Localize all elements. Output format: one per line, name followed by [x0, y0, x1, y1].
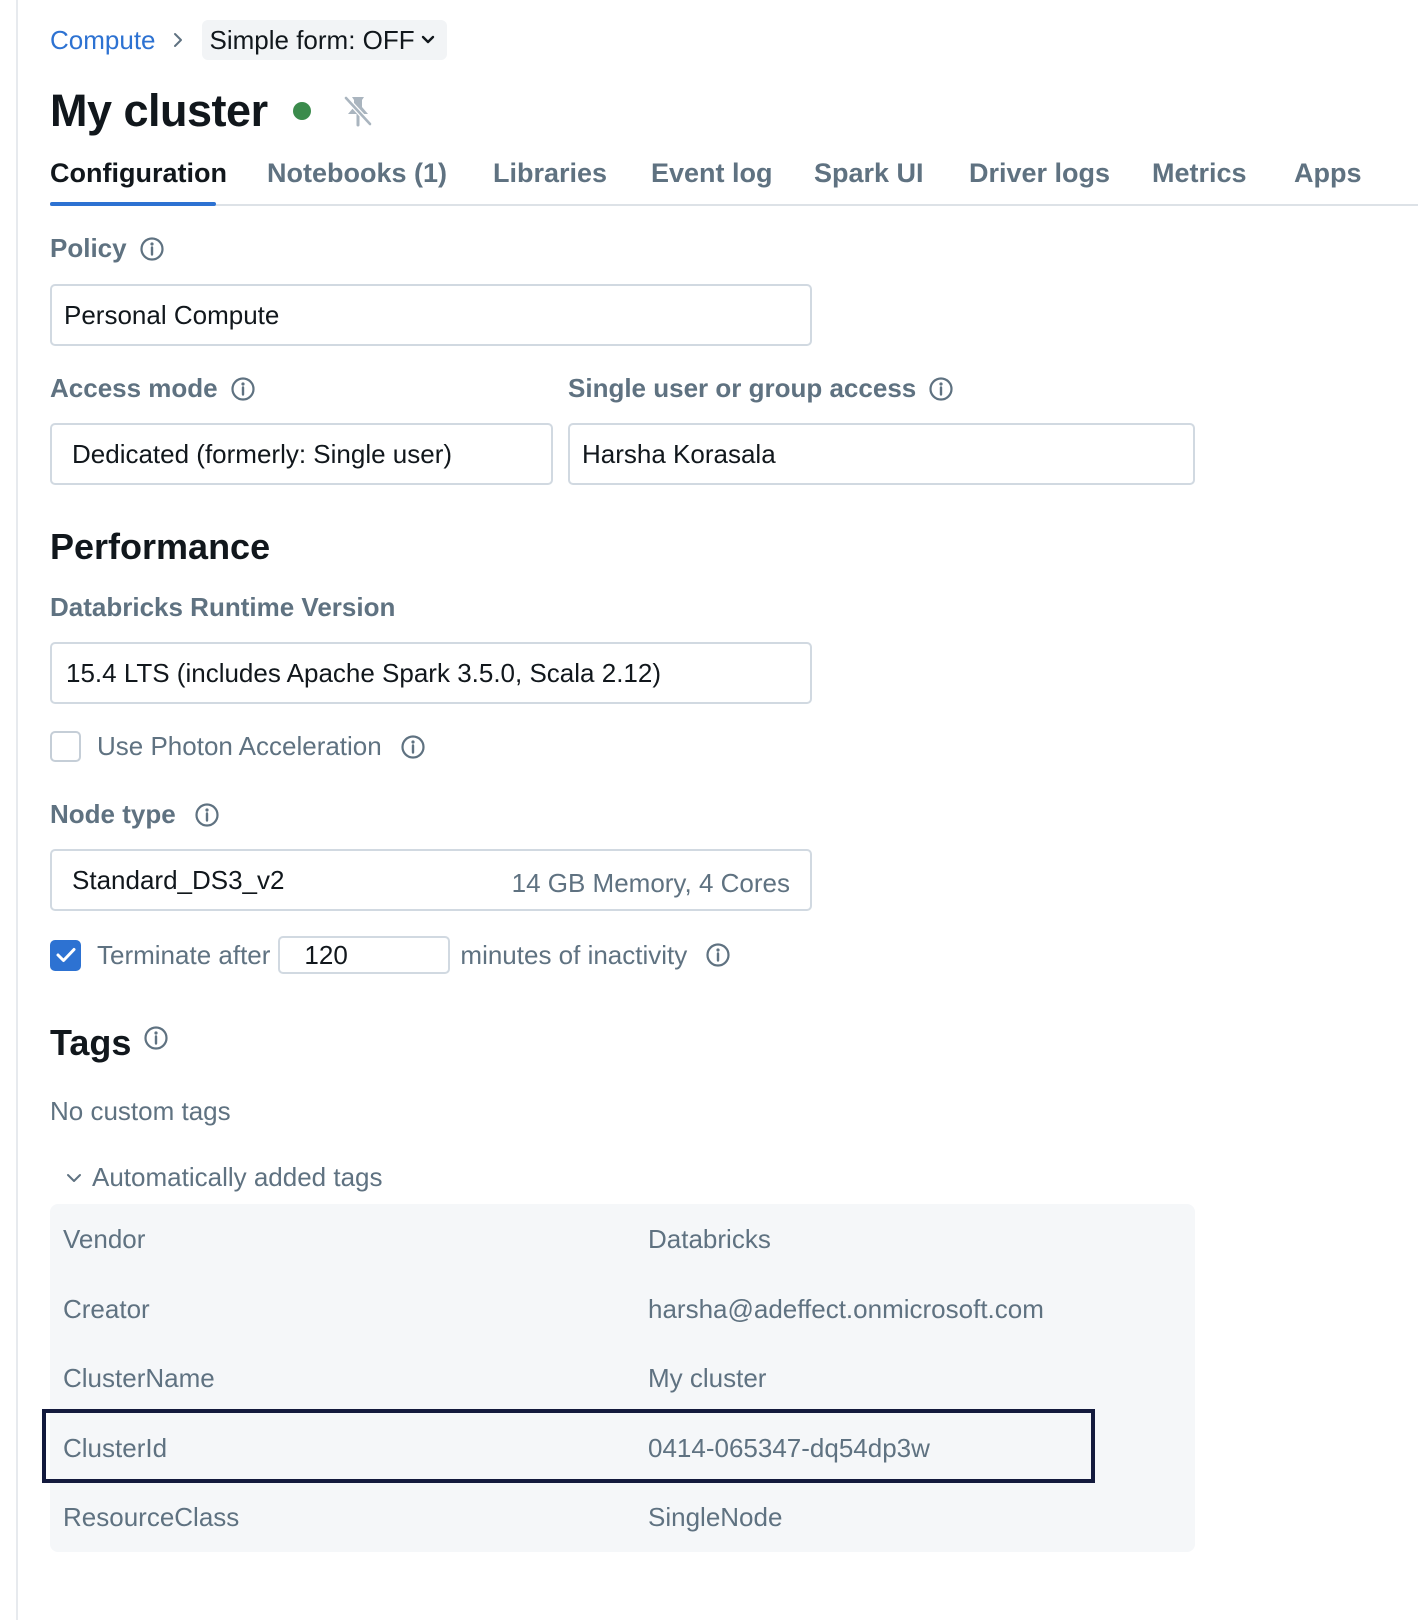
tags-heading: Tags — [50, 1022, 169, 1064]
tag-value: SingleNode — [648, 1502, 783, 1532]
photon-row: Use Photon Acceleration — [50, 731, 426, 762]
tag-key: ClusterId — [63, 1433, 168, 1463]
table-row: Creator harsha@adeffect.onmicrosoft.com — [50, 1274, 1195, 1344]
photon-checkbox[interactable] — [50, 731, 81, 762]
tag-value: harsha@adeffect.onmicrosoft.com — [648, 1294, 1044, 1324]
terminate-minutes-input[interactable] — [278, 936, 451, 974]
info-icon[interactable] — [928, 376, 954, 402]
access-mode-select[interactable]: Dedicated (formerly: Single user) — [50, 423, 553, 485]
single-user-label-text: Single user or group access — [568, 373, 917, 403]
active-tab-indicator — [50, 202, 216, 206]
node-type-label: Node type — [50, 799, 220, 830]
tag-key: Creator — [63, 1294, 150, 1324]
info-icon[interactable] — [139, 236, 165, 262]
table-row: ClusterName My cluster — [50, 1343, 1195, 1413]
page-title: My cluster — [50, 85, 268, 136]
automatically-added-tags-label: Automatically added tags — [92, 1162, 383, 1192]
tab-driver-logs[interactable]: Driver logs — [969, 158, 1110, 189]
tag-key: ResourceClass — [63, 1502, 240, 1532]
runtime-select[interactable]: 15.4 LTS (includes Apache Spark 3.5.0, S… — [50, 642, 812, 704]
runtime-label-text: Databricks Runtime Version — [50, 592, 396, 622]
policy-label-text: Policy — [50, 233, 127, 263]
tab-event-log[interactable]: Event log — [651, 158, 773, 189]
chevron-down-icon — [66, 1172, 82, 1184]
tab-apps[interactable]: Apps — [1294, 158, 1362, 189]
single-user-label: Single user or group access — [568, 373, 954, 404]
policy-value: Personal Compute — [64, 299, 280, 330]
tab-spark-ui[interactable]: Spark UI — [814, 158, 924, 189]
tag-key: Vendor — [63, 1224, 146, 1254]
tag-value: My cluster — [648, 1363, 767, 1393]
node-type-label-text: Node type — [50, 799, 176, 829]
title-row: My cluster — [50, 84, 373, 138]
chevron-down-icon — [421, 35, 435, 45]
table-row: ResourceClass SingleNode — [50, 1482, 1195, 1552]
info-icon[interactable] — [194, 802, 220, 828]
breadcrumb-compute-link[interactable]: Compute — [50, 25, 156, 56]
status-indicator — [292, 102, 311, 120]
breadcrumb: Compute Simple form: OFF — [50, 20, 447, 60]
photon-label: Use Photon Acceleration — [97, 731, 382, 761]
info-icon[interactable] — [705, 942, 731, 968]
tab-configuration[interactable]: Configuration — [50, 158, 227, 189]
simple-form-label: Simple form: OFF — [209, 24, 415, 55]
no-custom-tags-text: No custom tags — [50, 1096, 231, 1126]
terminate-checkbox[interactable] — [50, 939, 81, 971]
runtime-label: Databricks Runtime Version — [50, 592, 395, 623]
performance-heading-text: Performance — [50, 526, 271, 567]
terminate-row: Terminate after minutes of inactivity — [50, 936, 731, 974]
table-row: ClusterId 0414-065347-dq54dp3w — [50, 1413, 1195, 1483]
terminate-prefix: Terminate after — [97, 939, 271, 970]
tag-value: Databricks — [648, 1224, 771, 1254]
access-mode-value: Dedicated (formerly: Single user) — [72, 438, 453, 469]
runtime-value: 15.4 LTS (includes Apache Spark 3.5.0, S… — [66, 657, 661, 688]
policy-select[interactable]: Personal Compute — [50, 284, 812, 346]
node-type-specs: 14 GB Memory, 4 Cores — [511, 867, 790, 898]
single-user-select[interactable]: Harsha Korasala — [568, 423, 1195, 485]
access-mode-label-text: Access mode — [50, 373, 218, 403]
pin-icon[interactable] — [343, 94, 373, 128]
simple-form-toggle[interactable]: Simple form: OFF — [201, 20, 447, 60]
page-left-border — [16, 0, 18, 1620]
auto-tags-table: Vendor Databricks Creator harsha@adeffec… — [50, 1204, 1195, 1552]
info-icon[interactable] — [400, 734, 426, 760]
access-mode-label: Access mode — [50, 373, 256, 404]
tab-metrics[interactable]: Metrics — [1152, 158, 1247, 189]
tag-key: ClusterName — [63, 1363, 215, 1393]
policy-label: Policy — [50, 233, 165, 264]
tab-libraries[interactable]: Libraries — [493, 158, 607, 189]
chevron-right-icon — [172, 32, 184, 48]
node-type-value: Standard_DS3_v2 — [72, 864, 285, 895]
tag-value: 0414-065347-dq54dp3w — [648, 1433, 930, 1463]
tags-heading-text: Tags — [50, 1022, 132, 1063]
automatically-added-tags-toggle[interactable]: Automatically added tags — [66, 1162, 383, 1193]
table-row: Vendor Databricks — [50, 1204, 1195, 1274]
node-type-select[interactable]: Standard_DS3_v2 14 GB Memory, 4 Cores — [50, 849, 812, 911]
performance-heading: Performance — [50, 526, 270, 568]
info-icon[interactable] — [143, 1025, 169, 1051]
cluster-config-page: Compute Simple form: OFF My cluster Conf… — [42, 0, 1418, 1620]
tab-bar: Configuration Notebooks (1) Libraries Ev… — [50, 146, 1418, 206]
info-icon[interactable] — [230, 376, 256, 402]
tab-notebooks[interactable]: Notebooks (1) — [267, 158, 447, 189]
terminate-suffix: minutes of inactivity — [460, 939, 688, 970]
checkmark-icon — [56, 948, 75, 962]
single-user-value: Harsha Korasala — [582, 438, 776, 469]
